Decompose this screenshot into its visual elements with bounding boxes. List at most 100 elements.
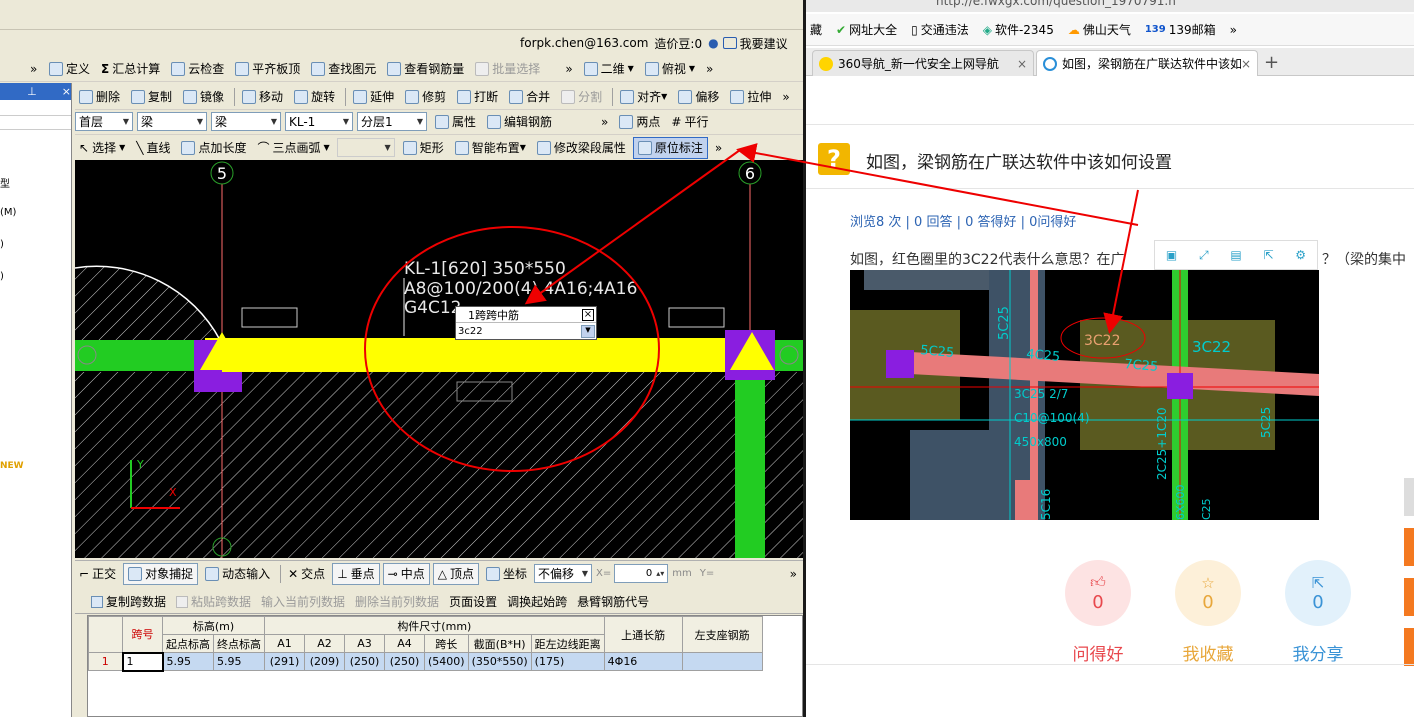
cell-section[interactable]: (350*550): [467, 652, 532, 671]
attributes-button[interactable]: 属性: [431, 111, 480, 133]
cell-a3[interactable]: (250): [344, 652, 385, 671]
question-stats[interactable]: 浏览8 次 | 0 回答 | 0 答得好 | 0问得好: [850, 211, 1076, 230]
cell-a2[interactable]: (209): [304, 652, 345, 671]
align-slab-top-button[interactable]: 平齐板顶: [231, 58, 304, 80]
copy-span-data-button[interactable]: 复制跨数据: [91, 593, 166, 610]
coordinate-snap[interactable]: 坐标: [482, 563, 531, 585]
delete-column-button[interactable]: 删除当前列数据: [355, 593, 439, 610]
chevron-down-icon[interactable]: ▼: [581, 324, 595, 338]
type-select[interactable]: 梁 ▼: [211, 112, 281, 131]
paste-span-data-button[interactable]: 粘贴跨数据: [176, 593, 251, 610]
address-bar[interactable]: http://e.fwxgx.com/question_1970791.h: [806, 0, 1414, 12]
member-select[interactable]: KL-1 ▼: [285, 112, 353, 131]
panel-item[interactable]: ): [0, 239, 4, 250]
summary-calc-button[interactable]: Σ 汇总计算: [97, 58, 164, 80]
new-tab-button[interactable]: +: [1264, 52, 1279, 73]
batch-select-button[interactable]: 批量选择: [471, 58, 544, 80]
overflow-chevron-icon[interactable]: »: [702, 58, 717, 80]
cell-end-elev[interactable]: 5.95: [213, 652, 265, 671]
mirror-button[interactable]: 镜像: [179, 86, 228, 108]
green-beam-vertical[interactable]: [735, 372, 765, 558]
overflow-chevron-icon[interactable]: »: [711, 137, 726, 159]
bell-icon[interactable]: ●: [708, 36, 718, 50]
edit-rebar-button[interactable]: 编辑钢筋: [483, 111, 556, 133]
copy-button[interactable]: 复制: [127, 86, 176, 108]
in-situ-annotation-button[interactable]: 原位标注: [632, 136, 708, 159]
point-length-button[interactable]: 点加长度: [177, 137, 250, 159]
cell-a1[interactable]: (291): [264, 652, 305, 671]
panel-row[interactable]: [0, 100, 71, 116]
green-beam-right[interactable]: [775, 340, 803, 371]
cell-span-length[interactable]: (5400): [424, 652, 469, 671]
modify-beam-attr-button[interactable]: 修改梁段属性: [533, 137, 630, 159]
floor-select[interactable]: 首层 ▼: [75, 112, 133, 131]
overflow-chevron-icon[interactable]: »: [597, 111, 612, 133]
rotate-button[interactable]: 旋转: [290, 86, 339, 108]
two-point-button[interactable]: 两点: [615, 111, 664, 133]
cell-top-rebar[interactable]: 4Φ16: [603, 652, 683, 671]
panel-item[interactable]: 型: [0, 175, 10, 190]
cell-start-elev[interactable]: 5.95: [162, 652, 214, 671]
drawing-canvas[interactable]: 5 6 KL-1[620] 350*550 A8@100/200(4) 4A16…: [75, 160, 803, 558]
overflow-chevron-icon[interactable]: »: [786, 563, 801, 585]
gear-icon[interactable]: ⚙: [1295, 248, 1306, 262]
cloud-check-button[interactable]: 云检查: [167, 58, 228, 80]
merge-button[interactable]: 合并: [505, 86, 554, 108]
view-2d-dropdown[interactable]: 二维 ▼: [580, 58, 638, 80]
overflow-chevron-icon[interactable]: »: [26, 58, 42, 80]
favorite-button[interactable]: ☆ 0: [1175, 560, 1241, 626]
bookmark-2345[interactable]: ◈ 软件-2345: [983, 21, 1054, 38]
fullscreen-icon[interactable]: ⤢: [1199, 248, 1209, 263]
action-favorite[interactable]: ☆ 0 我收藏: [1175, 560, 1241, 665]
side-float-tab[interactable]: [1404, 578, 1414, 616]
table-row[interactable]: 1 1 5.95 5.95 (291) (209) (250) (250) (5…: [88, 651, 763, 672]
find-element-button[interactable]: 查找图元: [307, 58, 380, 80]
view-top-dropdown[interactable]: 俯视 ▼: [641, 58, 699, 80]
bookmark-mail[interactable]: 139 139邮箱: [1145, 21, 1216, 38]
url-text[interactable]: http://e.fwxgx.com/question_1970791.h: [936, 0, 1176, 8]
define-button[interactable]: 定义: [45, 58, 94, 80]
page-setup-button[interactable]: 页面设置: [449, 593, 497, 610]
share-button[interactable]: ⇱ 0: [1285, 560, 1351, 626]
midpoint-snap[interactable]: ⊸ 中点: [382, 562, 430, 585]
cell-left-distance[interactable]: (175): [530, 652, 605, 671]
move-button[interactable]: 移动: [238, 86, 287, 108]
stretch-button[interactable]: 拉伸: [726, 86, 775, 108]
select-dropdown[interactable]: ↖ 选择 ▼: [75, 137, 129, 159]
parallel-button[interactable]: # 平行: [667, 111, 712, 133]
input-column-button[interactable]: 输入当前列数据: [261, 593, 345, 610]
trim-button[interactable]: 修剪: [401, 86, 450, 108]
bookmark-weather[interactable]: ☁ 佛山天气: [1068, 21, 1131, 38]
view-rebar-button[interactable]: 查看钢筋量: [383, 58, 468, 80]
action-good-question[interactable]: 👍︎ 0 问得好: [1065, 560, 1131, 665]
close-icon[interactable]: ×: [582, 308, 594, 321]
share-icon[interactable]: ⇱: [1263, 248, 1273, 262]
offset-button[interactable]: 偏移: [674, 86, 723, 108]
cell-span[interactable]: 1: [121, 651, 164, 672]
x-coordinate-input[interactable]: 0 ▴▾: [614, 564, 669, 583]
offset-mode-select[interactable]: 不偏移 ▼: [534, 564, 592, 583]
thumbs-up-button[interactable]: 👍︎ 0: [1065, 560, 1131, 626]
panel-item[interactable]: (M): [0, 207, 16, 218]
cell-left-support[interactable]: [681, 652, 763, 671]
overflow-chevron-icon[interactable]: »: [561, 58, 576, 80]
bookmark-traffic[interactable]: ▯ 交通违法: [911, 21, 969, 38]
align-dropdown[interactable]: 对齐 ▼: [616, 86, 671, 108]
tab-360-nav[interactable]: 360导航_新一代安全上网导航 ×: [812, 50, 1034, 76]
split-button[interactable]: 分割: [557, 86, 606, 108]
annotation-box[interactable]: [241, 307, 298, 328]
bookmark-nav[interactable]: ✔ 网址大全: [836, 21, 897, 38]
break-button[interactable]: 打断: [453, 86, 502, 108]
arc-mode-select[interactable]: ▼: [336, 138, 395, 157]
swap-start-span-button[interactable]: 调换起始跨: [507, 593, 567, 610]
selected-beam-kl1[interactable]: [205, 338, 775, 372]
close-icon[interactable]: ×: [1241, 57, 1251, 71]
rectangle-button[interactable]: 矩形: [399, 137, 448, 159]
popup-input[interactable]: 3c22 ▼: [456, 323, 596, 339]
close-icon[interactable]: ×: [1017, 57, 1027, 71]
panel-item[interactable]: ): [0, 271, 4, 282]
object-snap-toggle[interactable]: 对象捕捉: [123, 562, 199, 585]
intersection-snap[interactable]: ✕ 交点: [284, 563, 329, 585]
pin-icon[interactable]: ⊥: [27, 85, 37, 98]
dynamic-input-toggle[interactable]: 动态输入: [201, 563, 274, 585]
